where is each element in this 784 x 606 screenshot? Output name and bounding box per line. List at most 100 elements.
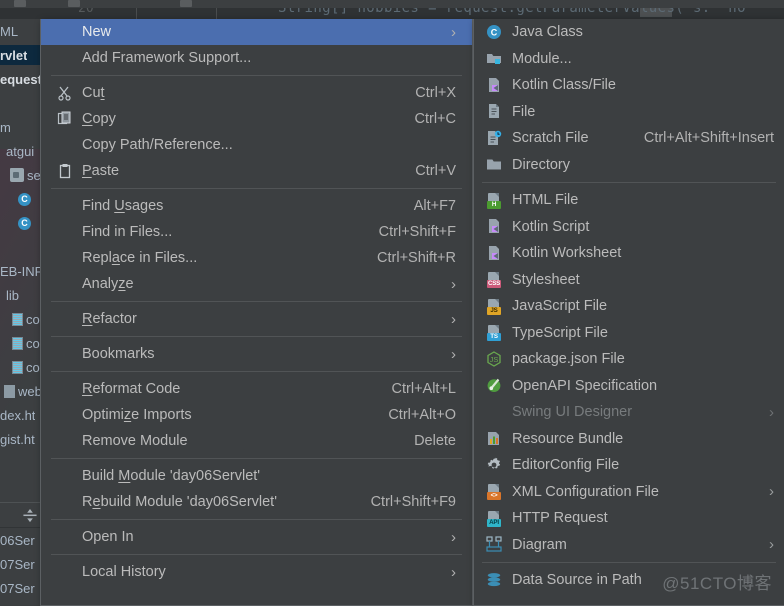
menu-separator <box>51 371 462 372</box>
submenu-item-directory[interactable]: Directory <box>474 152 784 179</box>
menu-separator <box>51 519 462 520</box>
submenu-item-diagram[interactable]: Diagram › <box>474 532 784 559</box>
menu-item-label: Copy Path/Reference... <box>82 137 233 153</box>
submenu-item-scratch-file[interactable]: Scratch File Ctrl+Alt+Shift+Insert <box>474 125 784 152</box>
html-file-icon: H <box>486 192 503 209</box>
menu-item-shortcut: Ctrl+V <box>415 163 456 179</box>
menu-item-bookmarks[interactable]: Bookmarks › <box>41 341 472 367</box>
submenu-item-kotlin-worksheet[interactable]: Kotlin Worksheet <box>474 240 784 267</box>
submenu-item-package-json-file[interactable]: JS package.json File <box>474 346 784 373</box>
chevron-right-icon: › <box>769 483 774 501</box>
submenu-item-label: HTML File <box>512 192 579 209</box>
chevron-right-icon: › <box>451 528 456 546</box>
submenu-item-file[interactable]: File <box>474 99 784 126</box>
menu-item-optimize-imports[interactable]: Optimize Imports Ctrl+Alt+O <box>41 402 472 428</box>
chevron-right-icon: › <box>451 563 456 581</box>
tree-node-label: co <box>26 311 40 327</box>
submenu-item-http-request[interactable]: API HTTP Request <box>474 505 784 532</box>
tree-node-label: co <box>26 359 40 375</box>
menu-separator <box>51 554 462 555</box>
menu-separator <box>51 188 462 189</box>
css-file-icon: CSS <box>486 271 503 289</box>
submenu-item-label: OpenAPI Specification <box>512 377 658 394</box>
jclass-icon: C <box>18 216 31 230</box>
submenu-item-openapi-specification[interactable]: OpenAPI Specification <box>474 373 784 400</box>
openapi-icon <box>486 377 503 394</box>
file-icon <box>486 103 503 120</box>
submenu-item-typescript-file[interactable]: TS TypeScript File <box>474 320 784 347</box>
submenu-item-label: XML Configuration File <box>512 483 659 500</box>
menu-item-paste[interactable]: Paste Ctrl+V <box>41 158 472 184</box>
menu-item-label: Analyze <box>82 276 134 292</box>
menu-item-replace-in-files[interactable]: Replace in Files... Ctrl+Shift+R <box>41 245 472 271</box>
collapse-all-icon[interactable] <box>22 508 38 523</box>
tree-bottom-node-label: 07Ser <box>0 556 35 572</box>
menu-item-label: Paste <box>82 163 120 179</box>
jar-icon <box>12 360 23 374</box>
kotlin-worksheet-icon <box>486 245 503 262</box>
tree-node-label: co <box>26 335 40 351</box>
submenu-item-kotlin-script[interactable]: Kotlin Script <box>474 214 784 241</box>
submenu-item-label: Kotlin Class/File <box>512 77 616 94</box>
menu-item-copy[interactable]: Copy Ctrl+C <box>41 106 472 132</box>
menu-item-new[interactable]: New › <box>41 19 472 45</box>
menu-separator <box>51 336 462 337</box>
chevron-right-icon: › <box>451 345 456 363</box>
database-icon <box>486 572 503 589</box>
context-menu[interactable]: New › Add Framework Support... Cut Ctrl+X Cop… <box>40 19 473 606</box>
menu-item-rebuild-module-day06servlet[interactable]: Rebuild Module 'day06Servlet' Ctrl+Shift+… <box>41 489 472 515</box>
tree-node-label: rvlet <box>0 47 28 63</box>
menu-item-open-in[interactable]: Open In › <box>41 524 472 550</box>
menu-item-label: Copy <box>82 111 116 127</box>
submenu-item-kotlin-class-file[interactable]: Kotlin Class/File <box>474 72 784 99</box>
menu-item-label: Rebuild Module 'day06Servlet' <box>82 494 277 510</box>
submenu-item-shortcut: Ctrl+Alt+Shift+Insert <box>643 130 774 147</box>
menu-item-refactor[interactable]: Refactor › <box>41 306 472 332</box>
menu-item-cut[interactable]: Cut Ctrl+X <box>41 80 472 106</box>
new-submenu[interactable]: C Java Class Module... Kotlin Class/File Fil… <box>473 19 784 606</box>
submenu-item-label: Directory <box>512 156 571 173</box>
watermark-label: @51CTO博客 <box>662 574 772 593</box>
submenu-item-module[interactable]: Module... <box>474 46 784 73</box>
nodejs-icon: JS <box>486 350 503 368</box>
tree-node-label: dex.ht <box>0 407 36 423</box>
diagram-icon <box>486 536 503 553</box>
menu-separator <box>51 458 462 459</box>
tree-node-label: equest <box>0 71 42 87</box>
toolbar-icon-1[interactable] <box>14 0 26 7</box>
resource-bundle-icon <box>486 430 503 447</box>
menu-item-label: New <box>82 24 112 40</box>
tree-settings-icon[interactable] <box>2 509 18 523</box>
menu-item-copy-path-reference[interactable]: Copy Path/Reference... <box>41 132 472 158</box>
svg-text:C: C <box>491 27 498 37</box>
menu-item-find-in-files[interactable]: Find in Files... Ctrl+Shift+F <box>41 219 472 245</box>
menu-item-reformat-code[interactable]: Reformat Code Ctrl+Alt+L <box>41 376 472 402</box>
submenu-item-resource-bundle[interactable]: Resource Bundle <box>474 426 784 453</box>
submenu-item-xml-configuration-file[interactable]: <> XML Configuration File › <box>474 479 784 506</box>
toolbar-icon-3[interactable] <box>180 0 192 7</box>
menu-item-shortcut: Delete <box>414 433 456 449</box>
menu-item-label: Cut <box>82 85 105 101</box>
submenu-item-label: Stylesheet <box>512 271 580 288</box>
js-file-icon: JS <box>486 298 503 315</box>
submenu-item-html-file[interactable]: H HTML File <box>474 187 784 214</box>
submenu-item-java-class[interactable]: C Java Class <box>474 19 784 46</box>
menu-item-find-usages[interactable]: Find Usages Alt+F7 <box>41 193 472 219</box>
menu-item-add-framework-support[interactable]: Add Framework Support... <box>41 45 472 71</box>
toolbar-icon-2[interactable] <box>68 0 80 7</box>
submenu-item-stylesheet[interactable]: CSS Stylesheet <box>474 267 784 294</box>
menu-item-label: Bookmarks <box>82 346 155 362</box>
submenu-item-javascript-file[interactable]: JS JavaScript File <box>474 293 784 320</box>
menu-item-label: Open In <box>82 529 134 545</box>
tree-node-label: gist.ht <box>0 431 35 447</box>
menu-item-remove-module[interactable]: Remove Module Delete <box>41 428 472 454</box>
submenu-item-editorconfig-file[interactable]: EditorConfig File <box>474 452 784 479</box>
menu-item-label: Replace in Files... <box>82 250 198 266</box>
jar-icon <box>12 312 23 326</box>
submenu-separator <box>482 562 776 563</box>
http-request-icon: API <box>486 510 503 527</box>
clipboard-icon <box>57 163 73 179</box>
menu-item-build-module-day06servlet[interactable]: Build Module 'day06Servlet' <box>41 463 472 489</box>
menu-item-analyze[interactable]: Analyze › <box>41 271 472 297</box>
menu-item-local-history[interactable]: Local History › <box>41 559 472 585</box>
